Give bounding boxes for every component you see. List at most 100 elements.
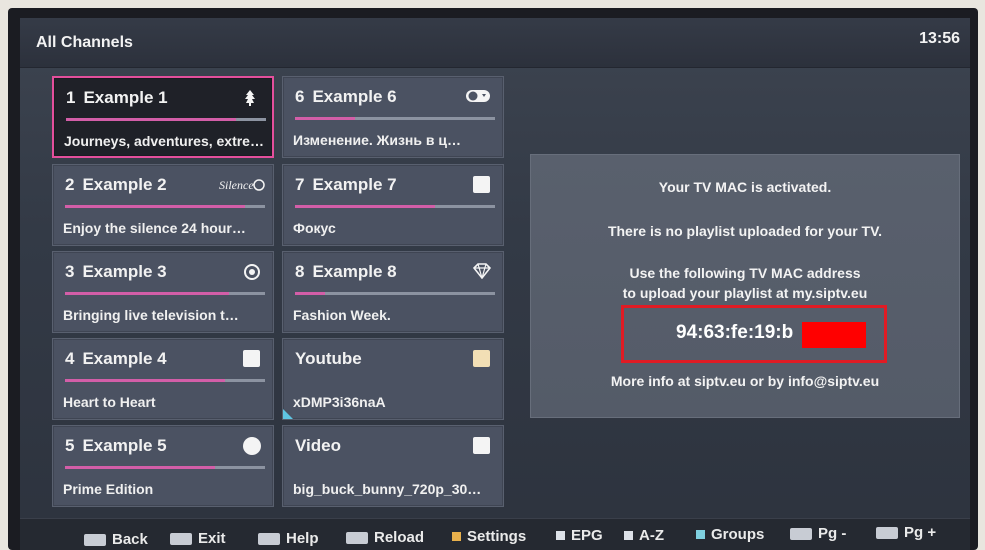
channel-number: 8 [295, 262, 305, 281]
channel-title: Youtube [295, 349, 362, 369]
channel-title: 5 Example 5 [65, 436, 167, 456]
mac-address: 94:63:fe:19:b [676, 322, 794, 343]
info-panel: Your TV MAC is activated. There is no pl… [530, 154, 960, 418]
epg-label: EPG [571, 527, 603, 544]
exit-key-icon [170, 532, 192, 545]
more-info-text: More info at siptv.eu or by info@siptv.e… [610, 373, 880, 389]
page-up-key-icon [876, 526, 898, 539]
page-down-label: Pg - [818, 525, 847, 542]
progress-bar [295, 205, 495, 208]
reload-label: Reload [374, 529, 425, 546]
help-label: Help [286, 530, 319, 547]
az-color-icon [624, 531, 633, 540]
back-label: Back [112, 531, 148, 548]
page-down-key-icon [790, 527, 812, 540]
progress-bar [66, 118, 266, 121]
progress-fill [65, 379, 225, 382]
epg-button[interactable]: EPG [556, 527, 603, 544]
channel-tile-video[interactable]: Video big_buck_bunny_720p_30… [282, 425, 504, 507]
instruction-line-1: Use the following TV MAC address [629, 265, 861, 281]
channel-subtitle: Heart to Heart [63, 394, 156, 410]
channel-name: Example 8 [312, 262, 397, 281]
channel-name: Example 1 [83, 88, 168, 107]
redaction-block [802, 322, 866, 348]
channel-tile-6[interactable]: 6 Example 6 Изменение. Жизнь в ц… [282, 76, 504, 158]
progress-fill [65, 466, 215, 469]
progress-fill [65, 205, 245, 208]
channel-number: 7 [295, 175, 305, 194]
channel-tile-3[interactable]: 3 Example 3 Bringing live television t… [52, 251, 274, 333]
progress-fill [295, 292, 325, 295]
tv-screen: All Channels 13:56 1 Example 1 Journeys, … [20, 18, 970, 550]
help-key-icon [258, 532, 280, 545]
progress-fill [65, 292, 229, 295]
square-icon [473, 176, 491, 194]
settings-button[interactable]: Settings [452, 528, 526, 545]
channel-number: 5 [65, 436, 75, 455]
channel-tile-5[interactable]: 5 Example 5 Prime Edition [52, 425, 274, 507]
toggle-icon [465, 88, 491, 106]
activation-message: Your TV MAC is activated. [658, 179, 832, 195]
channel-title: Video [295, 436, 341, 456]
silence-logo-icon: Silence [219, 176, 265, 194]
az-button[interactable]: A-Z [624, 527, 664, 544]
channel-subtitle: Prime Edition [63, 481, 154, 497]
channel-name: Example 7 [312, 175, 397, 194]
groups-button[interactable]: Groups [696, 526, 764, 543]
channel-tile-2[interactable]: 2 Example 2 Silence Enjoy the silence 24 … [52, 164, 274, 246]
channel-subtitle: Enjoy the silence 24 hour… [63, 220, 246, 236]
channel-number: 6 [295, 87, 305, 106]
channel-title: 3 Example 3 [65, 262, 167, 282]
page-title: All Channels [36, 34, 133, 51]
channel-title: 4 Example 4 [65, 349, 167, 369]
instruction-line-2: to upload your playlist at my.siptv.eu [622, 285, 868, 301]
footer-bar: Back Exit Help Reload Settings EPG A-Z G… [20, 518, 970, 550]
settings-color-icon [452, 532, 461, 541]
progress-bar [65, 292, 265, 295]
channel-subtitle: Fashion Week. [293, 307, 391, 323]
page-up-button[interactable]: Pg + [876, 524, 936, 541]
channel-tile-8[interactable]: 8 Example 8 Fashion Week. [282, 251, 504, 333]
progress-fill [66, 118, 236, 121]
channel-name: Example 5 [82, 436, 167, 455]
channel-tile-youtube[interactable]: Youtube xDMP3i36naA [282, 338, 504, 420]
channel-tile-1[interactable]: 1 Example 1 Journeys, adventures, extreme [52, 76, 274, 158]
channel-name: Example 3 [82, 262, 167, 281]
reload-button[interactable]: Reload [346, 529, 424, 546]
epg-color-icon [556, 531, 565, 540]
header-bar: All Channels 13:56 [20, 18, 970, 68]
channel-name: Video [295, 436, 341, 455]
channel-number: 2 [65, 175, 75, 194]
channel-name: Example 4 [82, 349, 167, 368]
channel-tile-7[interactable]: 7 Example 7 Фокус [282, 164, 504, 246]
channel-title: 6 Example 6 [295, 87, 397, 107]
help-button[interactable]: Help [258, 530, 319, 547]
progress-bar [295, 117, 495, 120]
groups-color-icon [696, 530, 705, 539]
exit-button[interactable]: Exit [170, 530, 226, 547]
clock: 13:56 [919, 30, 960, 47]
plant-icon [242, 89, 260, 107]
channel-subtitle: xDMP3i36naA [293, 394, 386, 410]
progress-bar [65, 205, 265, 208]
channel-subtitle: big_buck_bunny_720p_30… [293, 481, 482, 497]
channel-name: Example 2 [82, 175, 167, 194]
channel-tile-4[interactable]: 4 Example 4 Heart to Heart [52, 338, 274, 420]
back-button[interactable]: Back [84, 531, 148, 548]
exit-label: Exit [198, 530, 226, 547]
svg-text:Silence: Silence [219, 178, 254, 192]
page-up-label: Pg + [904, 524, 937, 541]
no-playlist-message: There is no playlist uploaded for your T… [607, 223, 883, 239]
channel-subtitle: Изменение. Жизнь в ц… [293, 132, 461, 148]
groups-label: Groups [711, 526, 765, 543]
circle-icon [243, 437, 261, 455]
channel-number: 1 [66, 88, 76, 107]
az-label: A-Z [639, 527, 664, 544]
mac-address-box: 94:63:fe:19:b [621, 305, 887, 363]
progress-bar [295, 292, 495, 295]
back-key-icon [84, 533, 106, 546]
page-down-button[interactable]: Pg - [790, 525, 846, 542]
gear-circle-icon [243, 263, 261, 281]
channel-number: 3 [65, 262, 75, 281]
channel-subtitle: Journeys, adventures, extreme [64, 133, 270, 149]
